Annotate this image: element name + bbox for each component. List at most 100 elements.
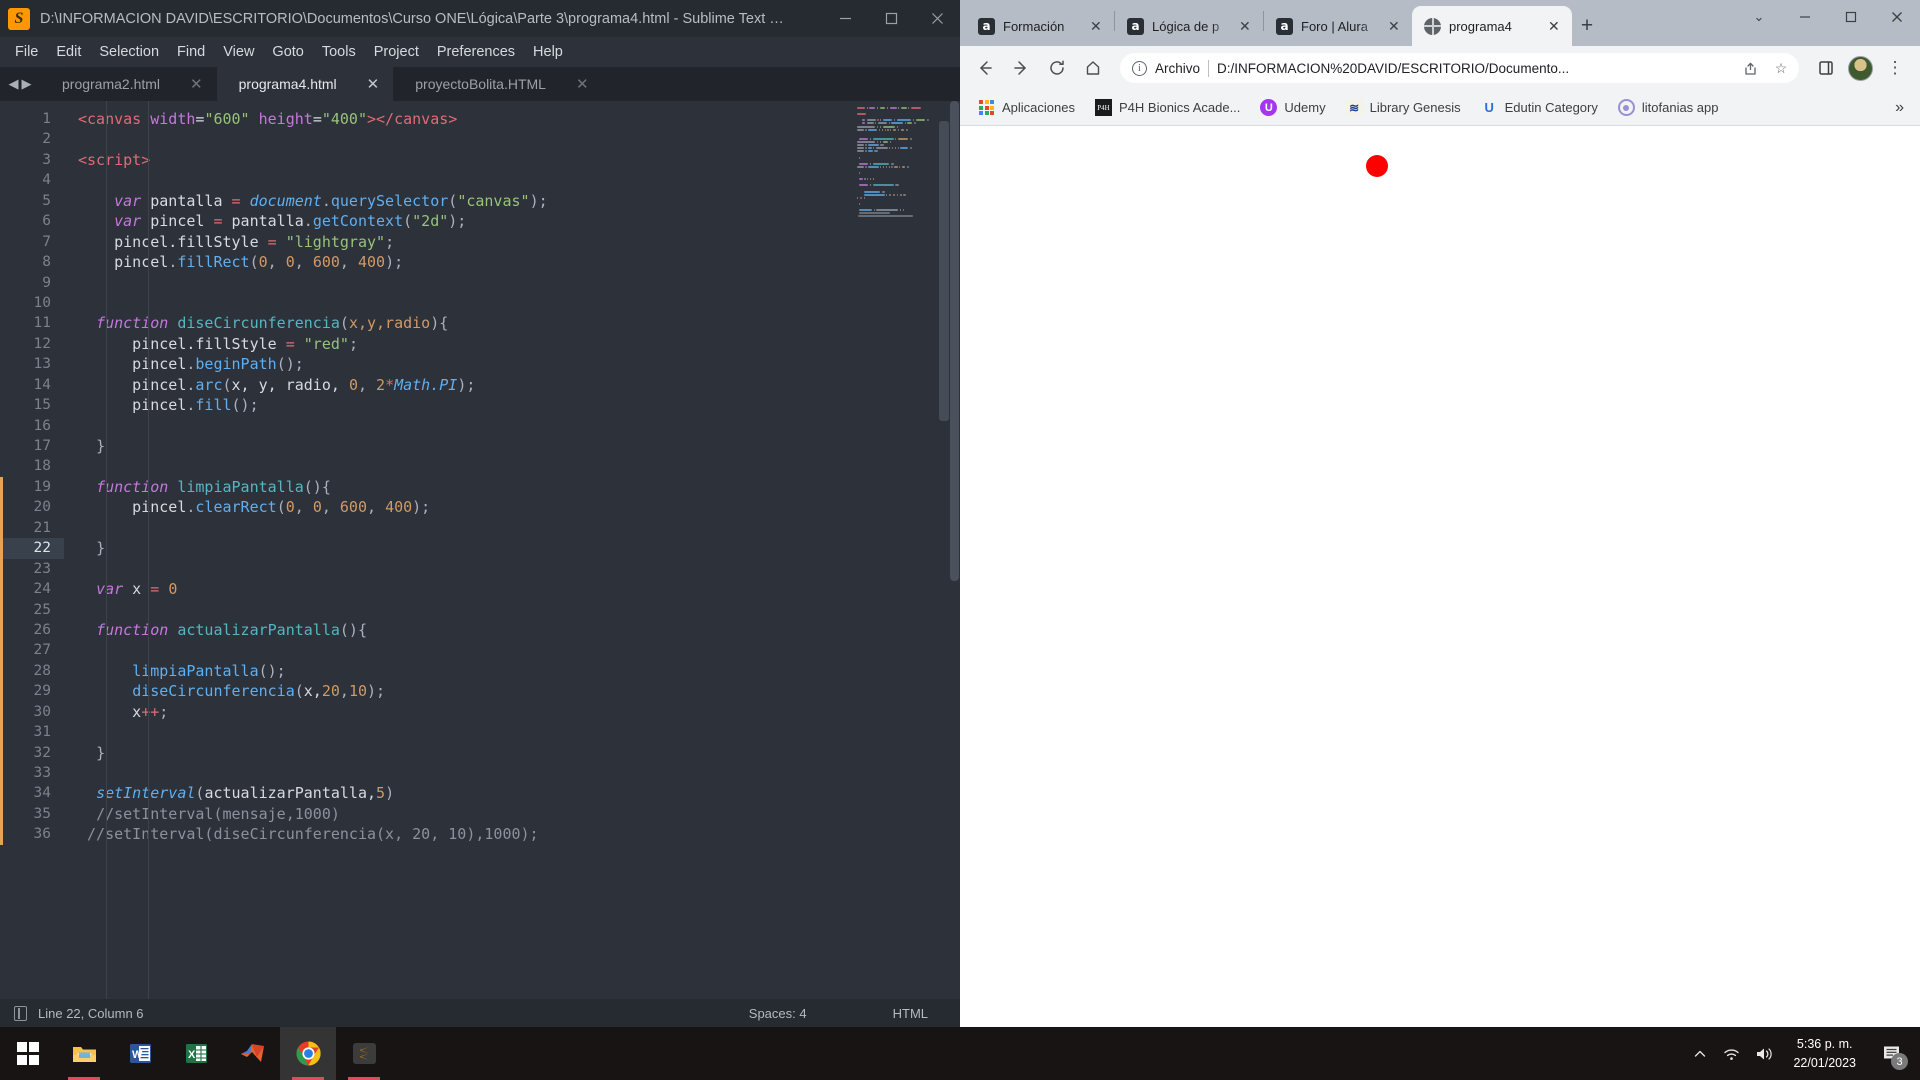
bookmark-item[interactable]: U Edutin Category [1473,95,1606,120]
taskbar-item-microsoft-word[interactable]: W [112,1027,168,1080]
syntax-status[interactable]: HTML [893,1006,928,1021]
chrome-menu-icon[interactable]: ⋮ [1878,51,1912,85]
code-line[interactable] [64,763,960,783]
code-line[interactable] [64,273,960,293]
code-line[interactable]: function diseCircunferencia(x,y,radio){ [64,313,960,333]
taskbar-item-file-explorer[interactable] [56,1027,112,1080]
editor-tab[interactable]: proyectoBolita.HTML ✕ [393,67,603,101]
bookmark-item[interactable]: litofanias app [1610,95,1727,120]
home-button[interactable] [1076,51,1110,85]
browser-tab[interactable]: a Foro | Alura ✕ [1264,6,1412,46]
taskbar-item-sublime-text[interactable] [336,1027,392,1080]
start-button[interactable] [0,1027,56,1080]
code-line[interactable] [64,640,960,660]
code-line[interactable]: diseCircunferencia(x,20,10); [64,681,960,701]
code-line[interactable] [64,559,960,579]
tab-nav-next-icon[interactable]: ▶ [22,76,32,92]
code-line[interactable] [64,518,960,538]
wifi-icon[interactable] [1717,1027,1747,1080]
code-line[interactable]: } [64,538,960,558]
forward-button[interactable] [1004,51,1038,85]
taskbar-item-google-chrome[interactable] [280,1027,336,1080]
menu-item-selection[interactable]: Selection [90,41,168,63]
code-line[interactable]: <script> [64,150,960,170]
editor-tab[interactable]: programa2.html ✕ [40,67,217,101]
code-minimap[interactable] [853,101,949,999]
tab-search-chevron-down-icon[interactable]: ⌄ [1736,0,1782,34]
menu-item-edit[interactable]: Edit [47,41,90,63]
code-line[interactable]: pincel.fill(); [64,395,960,415]
browser-tab-close-icon[interactable]: ✕ [1388,18,1402,35]
back-button[interactable] [968,51,1002,85]
bookmark-item[interactable]: P4H P4H Bionics Acade... [1087,95,1248,120]
url-text[interactable]: D:/INFORMACION%20DAVID/ESCRITORIO/Docume… [1217,61,1729,76]
editor-tab-close-icon[interactable]: ✕ [190,75,203,93]
menu-item-project[interactable]: Project [365,41,428,63]
code-line[interactable] [64,416,960,436]
taskbar-item-matlab[interactable] [224,1027,280,1080]
notifications-button[interactable]: 3 [1870,1027,1914,1080]
code-line[interactable]: //setInterval(diseCircunferencia(x, 20, … [64,824,960,844]
menu-item-preferences[interactable]: Preferences [428,41,524,63]
code-line[interactable]: var pantalla = document.querySelector("c… [64,191,960,211]
volume-icon[interactable] [1749,1027,1779,1080]
browser-tab-close-icon[interactable]: ✕ [1548,18,1562,35]
browser-tab-close-icon[interactable]: ✕ [1239,18,1253,35]
code-line[interactable]: x++; [64,702,960,722]
code-line[interactable]: limpiaPantalla(); [64,661,960,681]
code-line[interactable]: function limpiaPantalla(){ [64,477,960,497]
menu-item-help[interactable]: Help [524,41,572,63]
minimap-viewport[interactable] [939,121,949,421]
code-line[interactable]: pincel.beginPath(); [64,354,960,374]
code-line[interactable]: //setInterval(mensaje,1000) [64,804,960,824]
sidebar-toggle-icon[interactable] [14,1005,27,1021]
code-line[interactable] [64,456,960,476]
editor-tab-close-icon[interactable]: ✕ [576,75,589,93]
menu-item-find[interactable]: Find [168,41,214,63]
menu-item-goto[interactable]: Goto [263,41,312,63]
browser-tab[interactable]: a Formación ✕ [966,6,1114,46]
bookmarks-overflow-button[interactable]: » [1895,99,1910,117]
code-line[interactable]: setInterval(actualizarPantalla,5) [64,783,960,803]
browser-tab-close-icon[interactable]: ✕ [1090,18,1104,35]
bookmark-item[interactable]: U Udemy [1252,95,1333,120]
browser-tab[interactable]: a Lógica de p ✕ [1115,6,1263,46]
menu-item-view[interactable]: View [214,41,263,63]
code-line[interactable]: <canvas width="600" height="400"></canva… [64,109,960,129]
reload-button[interactable] [1040,51,1074,85]
bookmark-item[interactable]: ≋ Library Genesis [1338,95,1469,120]
code-line[interactable]: pincel.fillStyle = "red"; [64,334,960,354]
code-line[interactable]: pincel.clearRect(0, 0, 600, 400); [64,497,960,517]
code-line[interactable]: var pincel = pantalla.getContext("2d"); [64,211,960,231]
code-line[interactable]: } [64,743,960,763]
show-hidden-icons-chevron-up-icon[interactable] [1685,1027,1715,1080]
bookmark-item[interactable]: Aplicaciones [970,95,1083,120]
code-line[interactable]: } [64,436,960,456]
code-editor-area[interactable]: <canvas width="600" height="400"></canva… [64,101,960,999]
new-tab-button[interactable]: + [1572,11,1602,41]
side-panel-icon[interactable] [1809,51,1843,85]
bookmark-star-icon[interactable]: ☆ [1769,56,1793,80]
close-button[interactable] [1874,0,1920,34]
maximize-button[interactable] [1828,0,1874,34]
code-line[interactable]: pincel.arc(x, y, radio, 0, 2*Math.PI); [64,375,960,395]
profile-avatar[interactable] [1848,55,1873,81]
code-line[interactable] [64,293,960,313]
editor-tab-close-icon[interactable]: ✕ [367,75,380,93]
share-icon[interactable] [1737,56,1761,80]
close-button[interactable] [914,0,960,37]
address-bar[interactable]: i Archivo D:/INFORMACION%20DAVID/ESCRITO… [1120,53,1799,83]
site-info-icon[interactable]: i [1132,60,1147,76]
page-content[interactable] [960,126,1920,1027]
minimize-button[interactable] [1782,0,1828,34]
scrollbar-thumb[interactable] [950,101,959,581]
code-line[interactable]: pincel.fillRect(0, 0, 600, 400); [64,252,960,272]
maximize-button[interactable] [868,0,914,37]
code-line[interactable]: pincel.fillStyle = "lightgray"; [64,232,960,252]
indentation-status[interactable]: Spaces: 4 [749,1006,807,1021]
editor-tab[interactable]: programa4.html ✕ [216,67,394,101]
menu-item-tools[interactable]: Tools [313,41,365,63]
code-line[interactable]: var x = 0 [64,579,960,599]
editor-vertical-scrollbar[interactable] [949,101,960,999]
taskbar-item-microsoft-excel[interactable]: X [168,1027,224,1080]
